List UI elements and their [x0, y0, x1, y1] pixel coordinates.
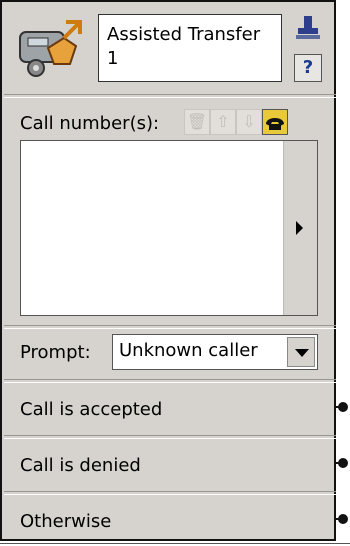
stamp-icon[interactable]	[294, 14, 322, 42]
output-port-otherwise[interactable]	[338, 514, 348, 524]
call-numbers-list[interactable]	[20, 140, 318, 316]
separator	[4, 325, 336, 329]
chevron-down-icon	[295, 349, 309, 357]
add-number-icon[interactable]	[262, 109, 288, 135]
move-up-icon[interactable]: ⇧	[210, 109, 236, 135]
delete-icon[interactable]: 🗑	[184, 109, 210, 135]
bottom-divider	[0, 543, 350, 544]
outcome-otherwise: Otherwise	[20, 511, 112, 532]
expand-list-button[interactable]	[283, 141, 317, 315]
output-port-accepted[interactable]	[338, 402, 348, 412]
separator	[4, 491, 336, 495]
separator	[4, 94, 336, 98]
dropdown-button[interactable]	[287, 337, 315, 367]
node-title[interactable]: Assisted Transfer 1	[98, 14, 282, 82]
outcome-call-denied: Call is denied	[20, 455, 141, 476]
assisted-transfer-node: Assisted Transfer 1 ? Call number(s): 🗑 …	[0, 0, 336, 541]
output-port-denied[interactable]	[338, 458, 348, 468]
help-button[interactable]: ?	[294, 54, 322, 82]
separator	[4, 379, 336, 383]
prompt-label: Prompt:	[20, 342, 91, 363]
outcome-call-accepted: Call is accepted	[20, 399, 163, 420]
move-down-icon[interactable]: ⇩	[236, 109, 262, 135]
assisted-transfer-icon	[14, 12, 92, 82]
chevron-right-icon	[296, 221, 303, 235]
prompt-select[interactable]: Unknown caller	[112, 334, 318, 370]
call-numbers-label: Call number(s):	[20, 113, 160, 134]
prompt-selected-value: Unknown caller	[119, 340, 258, 361]
separator	[4, 435, 336, 439]
